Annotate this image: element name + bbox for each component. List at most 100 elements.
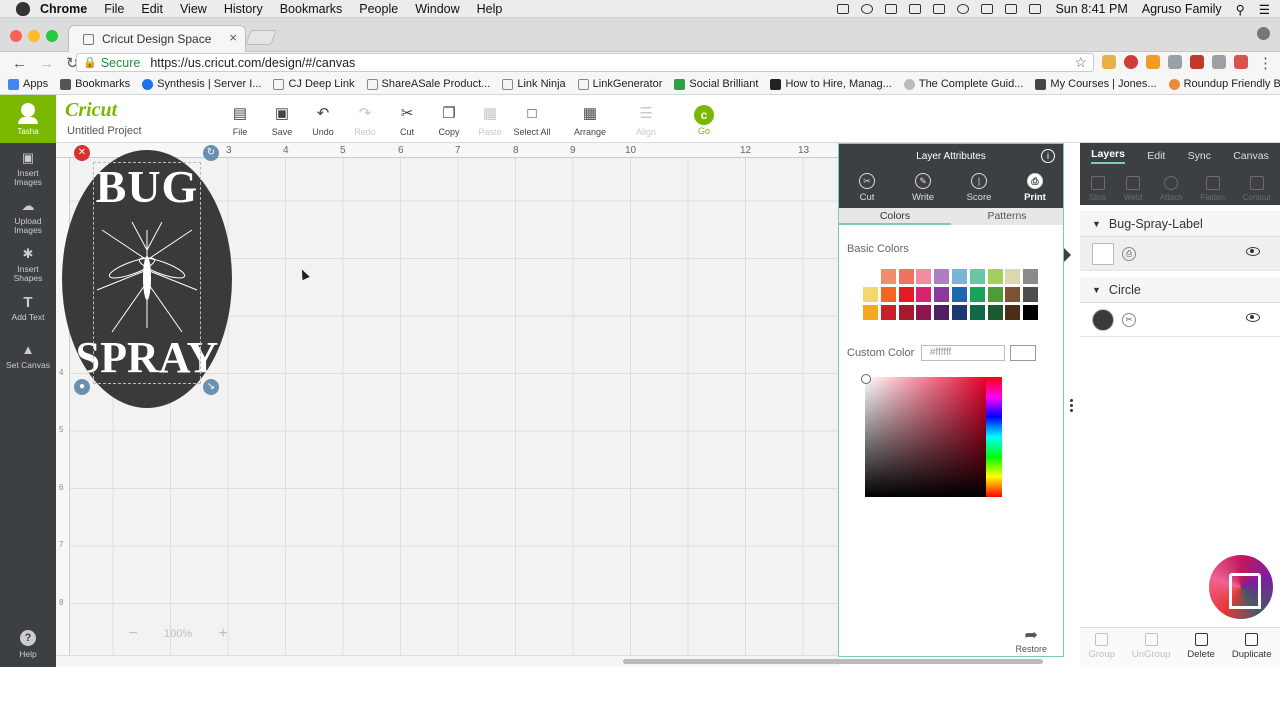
- bluetooth-icon[interactable]: [981, 4, 994, 14]
- sidebar-item-upload-images[interactable]: ☁ Upload Images: [0, 199, 56, 234]
- chrome-menu-icon[interactable]: ⋮: [1258, 54, 1273, 72]
- bookmark-social-brilliant[interactable]: Social Brilliant: [674, 78, 758, 90]
- back-icon[interactable]: ←: [12, 55, 27, 72]
- align-button[interactable]: ☰ Align: [621, 105, 671, 137]
- color-swatch[interactable]: [863, 287, 878, 302]
- op-print[interactable]: ⎙ Print: [1007, 168, 1063, 208]
- notification-icon[interactable]: ☰: [1259, 2, 1270, 17]
- picker-handle[interactable]: [861, 374, 871, 384]
- browser-tab[interactable]: Cricut Design Space ×: [68, 25, 246, 52]
- bookmark-shareasale[interactable]: ShareASale Product...: [366, 78, 490, 90]
- extension-icon-5[interactable]: [1212, 55, 1226, 69]
- op-write[interactable]: ✎ Write: [895, 168, 951, 208]
- info-icon[interactable]: i: [1041, 149, 1055, 163]
- duplicate-button[interactable]: Duplicate: [1232, 633, 1271, 660]
- menu-help[interactable]: Help: [477, 2, 503, 16]
- bookmark-my-courses[interactable]: My Courses | Jones...: [1035, 78, 1157, 90]
- color-swatch[interactable]: [916, 287, 932, 302]
- panel-resize-handle[interactable]: [1070, 399, 1074, 412]
- color-swatch[interactable]: [863, 305, 878, 320]
- layer-group-bug-spray-label[interactable]: ▼ Bug-Spray-Label: [1080, 211, 1280, 237]
- color-swatch[interactable]: [969, 269, 985, 284]
- color-picker[interactable]: [865, 377, 987, 497]
- color-swatch[interactable]: [934, 269, 950, 284]
- sidebar-item-insert-shapes[interactable]: ✱ Insert Shapes: [0, 247, 56, 282]
- color-swatch[interactable]: [1023, 287, 1039, 302]
- rotate-handle-icon[interactable]: ↻: [203, 145, 219, 161]
- menu-edit[interactable]: Edit: [141, 2, 163, 16]
- url-text[interactable]: https://us.cricut.com/design/#/canvas: [150, 56, 355, 70]
- color-swatch[interactable]: [863, 269, 878, 284]
- sidebar-item-insert-images[interactable]: ▣ Insert Images: [0, 151, 56, 186]
- color-swatch[interactable]: [987, 269, 1003, 284]
- menu-people[interactable]: People: [359, 2, 398, 16]
- color-swatch[interactable]: [934, 287, 950, 302]
- menu-view[interactable]: View: [180, 2, 207, 16]
- tab-sync[interactable]: Sync: [1188, 150, 1211, 162]
- user-menu[interactable]: Tasha: [0, 95, 56, 143]
- delete-button[interactable]: Delete: [1187, 633, 1215, 660]
- close-tab-icon[interactable]: ×: [229, 30, 237, 45]
- bookmark-roundup[interactable]: Roundup Friendly B...: [1168, 78, 1280, 90]
- restore-button[interactable]: ➦ Restore: [1015, 628, 1047, 655]
- tab-canvas[interactable]: Canvas: [1233, 150, 1269, 162]
- sidebar-item-set-canvas[interactable]: ▲ Set Canvas: [0, 343, 56, 370]
- extension-icon-2[interactable]: [1146, 55, 1160, 69]
- color-swatch[interactable]: [952, 305, 967, 320]
- tab-layers[interactable]: Layers: [1091, 148, 1125, 164]
- layer-swatch[interactable]: [1092, 308, 1114, 331]
- bookmark-bookmarks[interactable]: Bookmarks: [60, 78, 130, 90]
- color-swatch[interactable]: [1005, 305, 1021, 320]
- user-name[interactable]: Agruso Family: [1142, 2, 1222, 16]
- drive-icon[interactable]: [885, 4, 898, 14]
- menu-bookmarks[interactable]: Bookmarks: [280, 2, 343, 16]
- zoom-in-button[interactable]: +: [216, 625, 230, 643]
- project-title[interactable]: Untitled Project: [67, 125, 142, 137]
- tab-colors[interactable]: Colors: [839, 208, 951, 225]
- menu-history[interactable]: History: [224, 2, 263, 16]
- volume-icon[interactable]: [1029, 4, 1042, 14]
- bookmark-apps[interactable]: Apps: [8, 78, 48, 90]
- color-swatch[interactable]: [898, 305, 914, 320]
- chevron-down-icon[interactable]: ▼: [1092, 285, 1101, 295]
- sync-icon[interactable]: [933, 4, 946, 14]
- color-swatch[interactable]: [898, 287, 914, 302]
- bookmark-link-ninja[interactable]: Link Ninja: [502, 78, 566, 90]
- arrange-button[interactable]: ▦ Arrange: [565, 105, 615, 137]
- menu-window[interactable]: Window: [415, 2, 459, 16]
- chevron-down-icon[interactable]: ▼: [1092, 219, 1101, 229]
- color-swatch[interactable]: [934, 305, 950, 320]
- color-swatch[interactable]: [987, 287, 1003, 302]
- color-swatch[interactable]: [880, 287, 896, 302]
- sidebar-help[interactable]: ? Help: [0, 630, 56, 659]
- color-swatch[interactable]: [916, 305, 932, 320]
- clock[interactable]: Sun 8:41 PM: [1055, 2, 1127, 16]
- go-button[interactable]: c: [694, 105, 714, 125]
- bookmark-linkgenerator[interactable]: LinkGenerator: [577, 78, 662, 90]
- weld-button[interactable]: Weld: [1124, 176, 1142, 202]
- color-swatch[interactable]: [916, 269, 932, 284]
- group-button[interactable]: Group: [1088, 633, 1115, 660]
- profile-icon[interactable]: [1257, 27, 1270, 40]
- scroll-thumb[interactable]: [623, 659, 1043, 664]
- new-tab-button[interactable]: [245, 30, 277, 45]
- layer-swatch[interactable]: [1092, 242, 1114, 265]
- eye-icon[interactable]: [1246, 247, 1260, 256]
- hex-input[interactable]: #ffffff: [921, 345, 1005, 361]
- color-swatch[interactable]: [952, 269, 967, 284]
- lock-handle-icon[interactable]: ●: [74, 379, 90, 395]
- menu-file[interactable]: File: [104, 2, 124, 16]
- color-swatch[interactable]: [1005, 287, 1021, 302]
- forward-icon[interactable]: →: [39, 55, 54, 72]
- resize-handle-icon[interactable]: ↘: [203, 379, 219, 395]
- bookmark-cj[interactable]: CJ Deep Link: [273, 78, 355, 90]
- color-swatch[interactable]: [1023, 269, 1039, 284]
- bookmark-complete-guide[interactable]: The Complete Guid...: [903, 78, 1023, 90]
- tab-patterns[interactable]: Patterns: [951, 208, 1063, 225]
- extension-icon-3[interactable]: [1168, 55, 1182, 69]
- ungroup-button[interactable]: UnGroup: [1132, 633, 1170, 660]
- zoom-window-button[interactable]: [46, 30, 58, 42]
- flatten-button[interactable]: Flatten: [1200, 176, 1225, 202]
- collapse-arrow-icon[interactable]: [1064, 248, 1071, 262]
- bookmark-star-icon[interactable]: ☆: [1074, 54, 1087, 71]
